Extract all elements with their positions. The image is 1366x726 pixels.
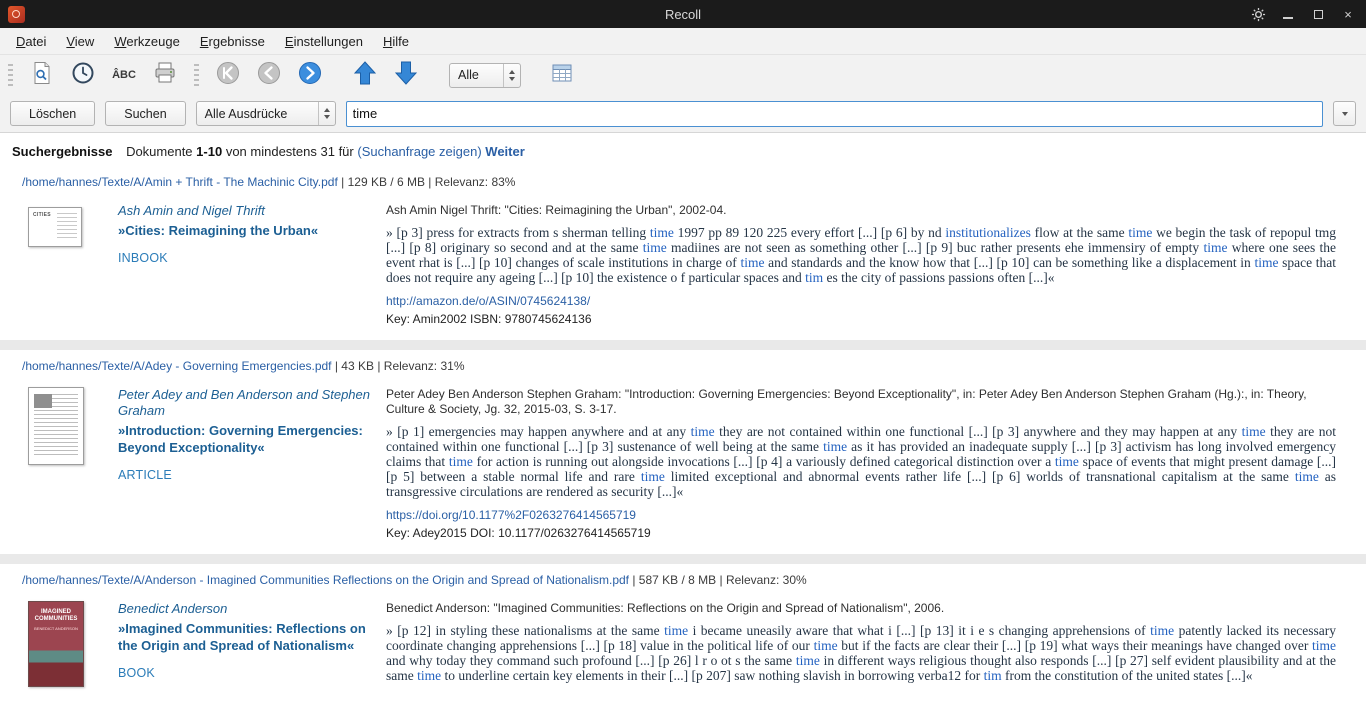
result-meta: | 587 KB / 8 MB | Relevanz: 30% [629, 573, 807, 587]
gear-icon[interactable] [1248, 4, 1268, 24]
result-title: »Imagined Communities: Reflections on th… [118, 620, 370, 654]
next-result-button[interactable] [392, 61, 420, 89]
search-query-input[interactable] [346, 101, 1323, 127]
result-pathline: /home/hannes/Texte/A/Anderson - Imagined… [0, 564, 1366, 591]
result-snippet: » [p 12] in styling these nationalisms a… [386, 623, 1336, 683]
result-meta: | 43 KB | Relevanz: 31% [332, 359, 465, 373]
clear-button[interactable]: Löschen [10, 101, 95, 126]
result-authors: Ash Amin and Nigel Thrift [118, 203, 370, 219]
search-bar: Löschen Suchen Alle Ausdrücke [0, 95, 1366, 133]
circle-arrow-first-icon [216, 61, 240, 90]
next-page-link[interactable]: Weiter [485, 144, 525, 159]
search-button[interactable]: Suchen [105, 101, 185, 126]
results-summary: Suchergebnisse Dokumente 1-10 von mindes… [0, 133, 1366, 166]
blue-arrow-up-icon [354, 61, 376, 90]
result-title: »Cities: Reimagining the Urban« [118, 222, 370, 239]
result-path-link[interactable]: /home/hannes/Texte/A/Anderson - Imagined… [22, 573, 629, 587]
category-filter-select[interactable]: Alle [449, 63, 521, 88]
result-item: /home/hannes/Texte/A/Adey - Governing Em… [0, 350, 1366, 554]
result-thumbnail[interactable]: IMAGINED COMMUNITIES BENEDICT ANDERSON [28, 601, 84, 687]
result-url-link[interactable]: https://doi.org/10.1177%2F02632764145657… [386, 508, 636, 522]
result-thumbnail[interactable]: CITIES [28, 207, 82, 247]
toolbar-handle[interactable] [194, 64, 199, 86]
minimize-button[interactable] [1278, 4, 1298, 24]
result-citation: Peter Adey Ben Anderson Stephen Graham: … [386, 387, 1336, 417]
result-path-link[interactable]: /home/hannes/Texte/A/Adey - Governing Em… [22, 359, 332, 373]
result-table-button[interactable] [548, 61, 576, 89]
result-thumbnail[interactable] [28, 387, 84, 465]
circle-arrow-left-icon [257, 61, 281, 90]
search-mode-value: Alle Ausdrücke [197, 107, 318, 121]
result-authors: Peter Adey and Ben Anderson and Stephen … [118, 387, 370, 419]
thumbnail-book-author: BENEDICT ANDERSON [34, 626, 78, 631]
results-pane: Suchergebnisse Dokumente 1-10 von mindes… [0, 133, 1366, 726]
menu-hilfe[interactable]: Hilfe [373, 30, 419, 53]
toolbar-handle[interactable] [8, 64, 13, 86]
close-button[interactable]: × [1338, 4, 1358, 24]
result-table-icon [552, 64, 572, 87]
chevron-down-icon [1342, 112, 1348, 116]
result-range: 1-10 [196, 144, 222, 159]
result-meta: | 129 KB / 6 MB | Relevanz: 83% [338, 175, 516, 189]
result-snippet: » [p 3] press for extracts from s sherma… [386, 225, 1336, 285]
abc-spell-icon: ÂBC [112, 69, 136, 81]
search-mode-select[interactable]: Alle Ausdrücke [196, 101, 336, 126]
thumbnail-text: CITIES [33, 212, 51, 218]
result-separator [0, 554, 1366, 564]
window-titlebar: Recoll × [0, 0, 1366, 28]
result-separator [0, 340, 1366, 350]
print-button[interactable] [151, 61, 179, 89]
result-pathline: /home/hannes/Texte/A/Adey - Governing Em… [0, 350, 1366, 377]
blue-arrow-down-icon [395, 61, 417, 90]
search-history-dropdown-button[interactable] [1333, 101, 1356, 126]
result-item: /home/hannes/Texte/A/Amin + Thrift - The… [0, 166, 1366, 340]
clear-search-button[interactable] [28, 61, 56, 89]
menu-ergebnisse[interactable]: Ergebnisse [190, 30, 275, 53]
result-url-link[interactable]: http://amazon.de/o/ASIN/0745624138/ [386, 294, 590, 308]
result-path-link[interactable]: /home/hannes/Texte/A/Amin + Thrift - The… [22, 175, 338, 189]
previous-result-button[interactable] [351, 61, 379, 89]
result-authors: Benedict Anderson [118, 601, 370, 617]
result-doctype: ARTICLE [118, 468, 370, 482]
maximize-button[interactable] [1308, 4, 1328, 24]
menu-datei[interactable]: Datei [6, 30, 56, 53]
term-explorer-button[interactable]: ÂBC [110, 61, 138, 89]
result-doctype: BOOK [118, 666, 370, 680]
result-citation: Benedict Anderson: "Imagined Communities… [386, 601, 1336, 616]
menubar: Datei View Werkzeuge Ergebnisse Einstell… [0, 28, 1366, 55]
document-magnifier-icon [31, 61, 53, 90]
toolbar: ÂBC Alle [0, 55, 1366, 95]
menu-einstellungen[interactable]: Einstellungen [275, 30, 373, 53]
thumbnail-text-lines [34, 394, 78, 458]
circle-arrow-right-icon [298, 61, 322, 90]
combo-spinner-arrows [503, 64, 520, 87]
result-pathline: /home/hannes/Texte/A/Amin + Thrift - The… [0, 166, 1366, 193]
previous-page-button[interactable] [255, 61, 283, 89]
next-page-button[interactable] [296, 61, 324, 89]
show-query-link[interactable]: (Suchanfrage zeigen) [357, 144, 481, 159]
first-page-button[interactable] [214, 61, 242, 89]
category-filter-value: Alle [450, 68, 503, 82]
result-key: Key: Adey2015 DOI: 10.1177/0263276414565… [386, 526, 1336, 540]
result-doctype: INBOOK [118, 251, 370, 265]
menu-werkzeuge[interactable]: Werkzeuge [104, 30, 190, 53]
combo-spinner-arrows [318, 102, 335, 125]
result-item: /home/hannes/Texte/A/Anderson - Imagined… [0, 564, 1366, 701]
history-button[interactable] [69, 61, 97, 89]
result-citation: Ash Amin Nigel Thrift: "Cities: Reimagin… [386, 203, 1336, 218]
window-title: Recoll [0, 7, 1366, 22]
result-title: »Introduction: Governing Emergencies: Be… [118, 422, 370, 456]
results-title: Suchergebnisse [12, 144, 112, 159]
printer-icon [153, 62, 177, 89]
thumbnail-book-title: IMAGINED COMMUNITIES [33, 609, 79, 623]
result-snippet: » [p 1] emergencies may happen anywhere … [386, 424, 1336, 499]
result-key: Key: Amin2002 ISBN: 9780745624136 [386, 312, 1336, 326]
clock-icon [71, 61, 95, 90]
thumbnail-text-lines [57, 213, 77, 241]
menu-view[interactable]: View [56, 30, 104, 53]
